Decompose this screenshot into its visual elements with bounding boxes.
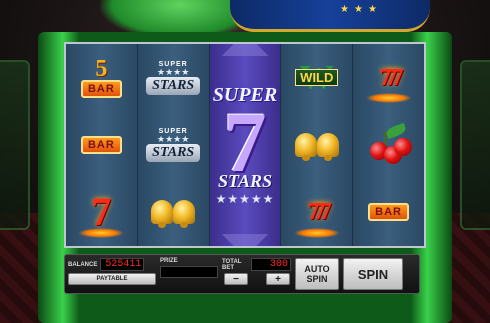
reels: 5 BAR BAR 7 SUPER ★★★★ STARS SUPER ★★★★ … bbox=[66, 44, 424, 246]
wild-reel-stars-text: STARS bbox=[217, 171, 273, 191]
spin-button[interactable]: SPIN bbox=[343, 258, 403, 290]
symbol-super-stars: SUPER ★★★★ STARS bbox=[138, 44, 209, 111]
symbol-five-bar: 5 BAR bbox=[66, 44, 137, 111]
symbol-bells bbox=[281, 111, 352, 178]
flame-icon bbox=[365, 93, 412, 104]
star-icon: ★ bbox=[340, 4, 349, 15]
five-bar-number: 5 bbox=[95, 55, 108, 82]
super-stars-plate: STARS bbox=[146, 143, 201, 162]
symbol-triple-seven: 777 bbox=[353, 44, 424, 111]
reel-5: 777 BAR bbox=[353, 44, 424, 246]
total-bet-block: TOTAL BET 300 − + bbox=[222, 258, 291, 290]
background-slot-machine-left bbox=[0, 60, 30, 230]
stars-icon: ★★★★ bbox=[157, 133, 190, 144]
prize-block: PRIZE bbox=[160, 258, 218, 290]
balance-block: BALANCE 525411 PAYTABLE bbox=[68, 258, 156, 290]
symbol-wild: W WILD bbox=[281, 44, 352, 111]
reel-1: 5 BAR BAR 7 bbox=[66, 44, 138, 246]
triple-seven-symbol: 777 bbox=[307, 199, 332, 226]
total-bet-display: 300 bbox=[251, 258, 291, 271]
prize-display bbox=[160, 266, 218, 278]
arrow-decoration bbox=[209, 234, 281, 246]
symbol-triple-seven: 777 bbox=[281, 179, 352, 246]
flame-icon bbox=[293, 227, 340, 238]
reel-window: 5 BAR BAR 7 SUPER ★★★★ STARS SUPER ★★★★ … bbox=[64, 42, 426, 248]
symbol-bar: BAR bbox=[353, 179, 424, 246]
symbol-bar: BAR bbox=[66, 111, 137, 178]
prize-label: PRIZE bbox=[160, 258, 178, 264]
stars-icon: ★★★★ bbox=[157, 66, 190, 77]
star-icon: ★ bbox=[368, 4, 377, 15]
cherry-icon bbox=[393, 137, 412, 156]
bell-icon bbox=[294, 132, 317, 161]
symbol-super-stars: SUPER ★★★★ STARS bbox=[138, 111, 209, 178]
bell-icon bbox=[151, 200, 174, 229]
reel-3-wild: SUPER 7 STARS ★★★★★ bbox=[209, 44, 282, 246]
flame-icon bbox=[78, 227, 125, 238]
reel-4: W WILD 777 bbox=[281, 44, 354, 246]
super-stars-plate: STARS bbox=[146, 76, 201, 95]
cherries-icon bbox=[364, 122, 414, 164]
total-bet-label: TOTAL BET bbox=[222, 258, 242, 271]
control-panel: BALANCE 525411 PAYTABLE PRIZE TOTAL BET … bbox=[64, 254, 420, 294]
top-banner: ★ ★ ★ bbox=[230, 0, 430, 32]
stars-icon: ★★★★★ bbox=[215, 192, 275, 206]
star-icon: ★ bbox=[354, 4, 363, 15]
seven-symbol: 7 bbox=[91, 189, 112, 235]
auto-spin-button[interactable]: AUTO SPIN bbox=[295, 258, 339, 290]
reel-2: SUPER ★★★★ STARS SUPER ★★★★ STARS bbox=[137, 44, 210, 246]
symbol-super-7-stars: SUPER 7 STARS ★★★★★ bbox=[212, 48, 279, 242]
background-slot-machine-right bbox=[460, 60, 490, 230]
bar-plate: BAR bbox=[80, 135, 122, 154]
paytable-button[interactable]: PAYTABLE bbox=[68, 273, 156, 285]
bet-increase-button[interactable]: + bbox=[266, 273, 290, 285]
bar-plate: BAR bbox=[368, 203, 409, 222]
symbol-cherries bbox=[353, 111, 424, 178]
symbol-bells bbox=[138, 179, 209, 246]
bell-icon bbox=[173, 200, 196, 229]
balance-display: 525411 bbox=[100, 258, 145, 271]
triple-seven-symbol: 777 bbox=[379, 64, 404, 91]
symbol-seven: 7 bbox=[66, 179, 137, 246]
balance-label: BALANCE bbox=[68, 261, 98, 268]
leaf-icon bbox=[384, 122, 407, 140]
wild-plate: WILD bbox=[295, 69, 339, 87]
bar-plate: BAR bbox=[80, 79, 122, 98]
bet-decrease-button[interactable]: − bbox=[224, 273, 248, 285]
wild-reel-seven: 7 bbox=[223, 94, 267, 190]
bell-icon bbox=[316, 132, 339, 161]
